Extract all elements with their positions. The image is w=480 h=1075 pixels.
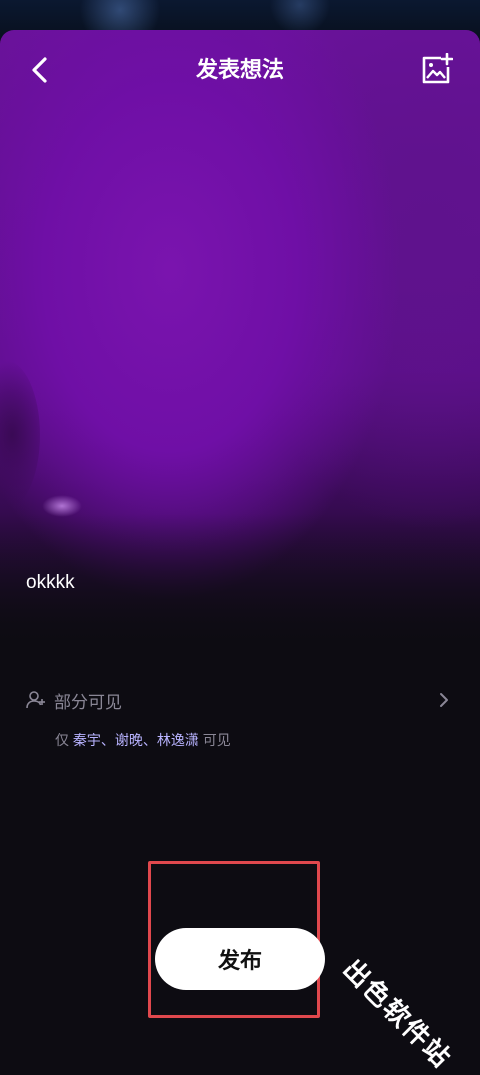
add-image-button[interactable] (416, 50, 456, 90)
chevron-right-icon (440, 693, 448, 707)
visibility-setting[interactable]: 部分可见 (26, 685, 456, 715)
post-text[interactable]: okkkk (26, 572, 75, 594)
background-fade (0, 30, 480, 650)
visibility-suffix: 可见 (202, 732, 231, 748)
person-add-icon (26, 689, 48, 711)
add-image-icon (422, 53, 453, 84)
visible-to-names: 秦宇、谢晚、林逸潇 (72, 732, 199, 748)
visibility-prefix: 仅 (55, 732, 69, 748)
visibility-label: 部分可见 (54, 692, 122, 712)
publish-button[interactable]: 发布 (155, 928, 325, 990)
page-title: 发表想法 (195, 57, 284, 82)
visibility-detail: 仅 秦宇、谢晚、林逸潇 可见 (55, 730, 231, 750)
